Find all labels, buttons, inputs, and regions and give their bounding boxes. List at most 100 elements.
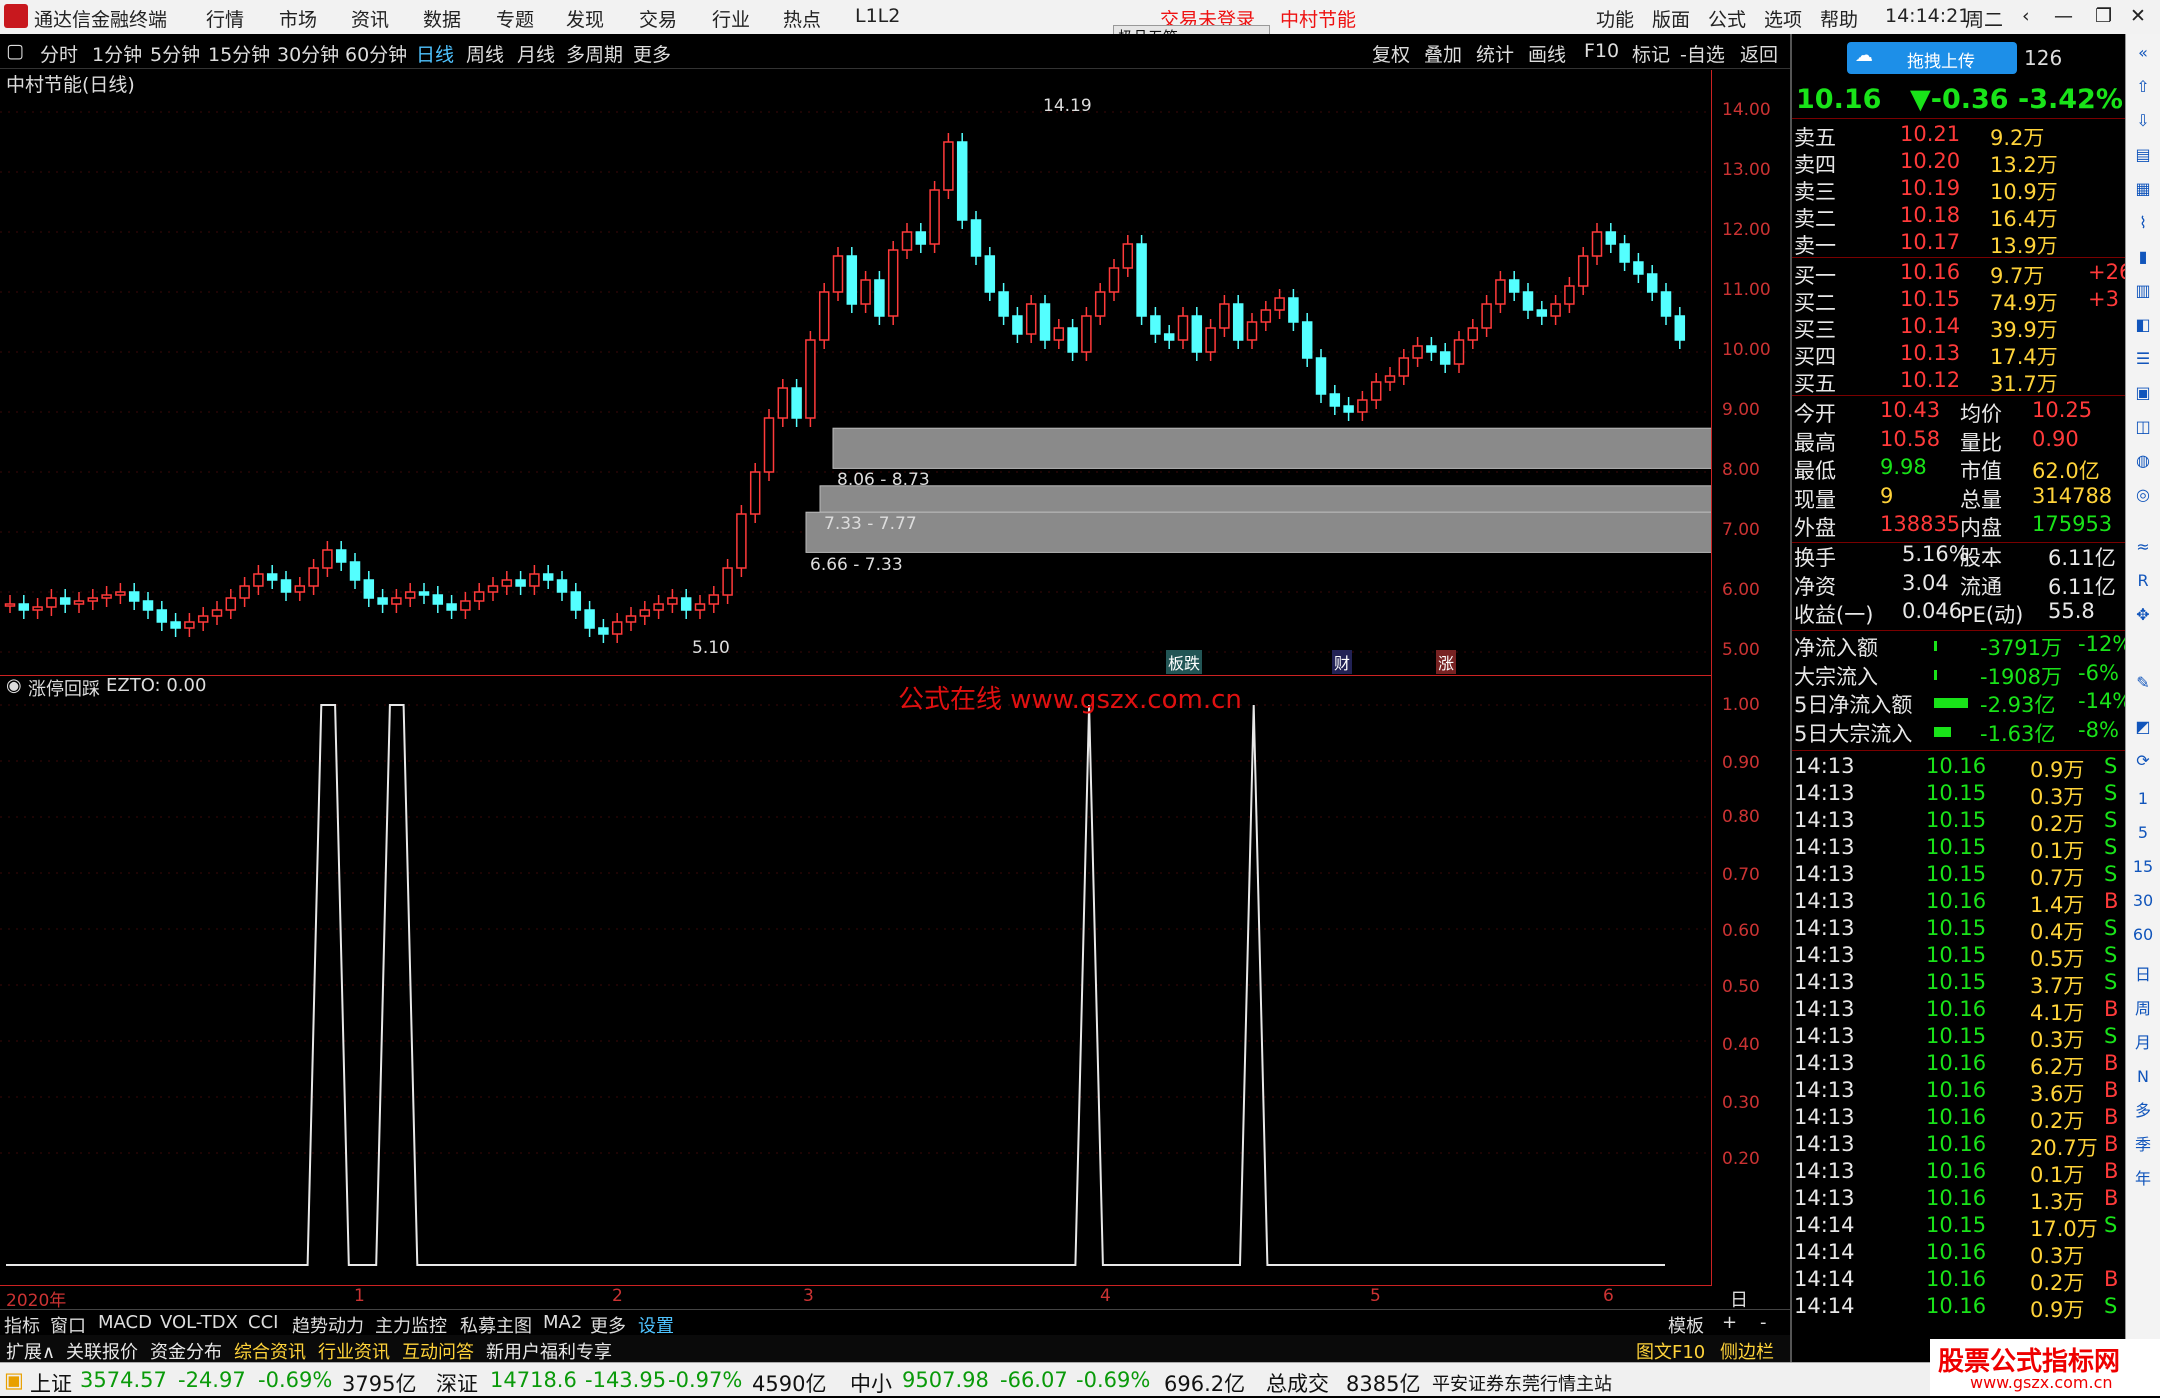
period-day-icon[interactable]: 日 (2130, 962, 2156, 988)
f10-button[interactable]: F10 (1584, 40, 1619, 62)
menu-function[interactable]: 功能 (1596, 5, 1634, 32)
tick-row[interactable]: 14:13 10.16 1.4万 B (1792, 889, 2127, 917)
chat-icon[interactable]: ◍ (2130, 448, 2156, 474)
menu-discover[interactable]: 发现 (566, 5, 604, 32)
stat-row[interactable]: 外盘 138835 内盘 175953 (1792, 512, 2127, 540)
flow-row[interactable]: 大宗流入 -1908万 -6% (1792, 661, 2127, 689)
ask-row[interactable]: 卖三 10.19 10.9万 (1792, 176, 2127, 204)
period-tab-multi[interactable]: 多周期 (566, 40, 623, 67)
menu-hotspots[interactable]: 热点 (783, 5, 821, 32)
period-30-icon[interactable]: 30 (2130, 888, 2156, 914)
remove-panel-button[interactable]: - (1760, 1312, 1767, 1333)
stat-row[interactable]: 现量 9 总量 314788 (1792, 484, 2127, 512)
ask-row[interactable]: 卖四 10.20 13.2万 (1792, 149, 2127, 177)
tick-row[interactable]: 14:13 10.15 0.3万 S (1792, 781, 2127, 809)
tick-row[interactable]: 14:13 10.15 0.2万 S (1792, 808, 2127, 836)
stats-button[interactable]: 统计 (1476, 40, 1514, 67)
stat-row[interactable]: 收益(一) 0.046 PE(动) 55.8 (1792, 599, 2127, 627)
panel-toggle-icon[interactable]: ▢ (6, 40, 24, 62)
add-panel-button[interactable]: + (1722, 1312, 1737, 1333)
menu-formula[interactable]: 公式 (1708, 5, 1746, 32)
period-quarter-icon[interactable]: 季 (2130, 1132, 2156, 1158)
flow-row[interactable]: 5日大宗流入 -1.63亿 -8% (1792, 718, 2127, 746)
tick-row[interactable]: 14:13 10.15 3.7万 S (1792, 970, 2127, 998)
tick-row[interactable]: 14:13 10.16 0.9万 S (1792, 754, 2127, 782)
watchlist-button[interactable]: -自选 (1680, 40, 1725, 67)
sz-index-label[interactable]: 深证 (436, 1368, 478, 1398)
f10-icon[interactable]: ◫ (2130, 414, 2156, 440)
fs-icon[interactable]: ◩ (2130, 714, 2156, 740)
period-60-icon[interactable]: 60 (2130, 922, 2156, 948)
f10-graphic-link[interactable]: 图文F10 (1636, 1338, 1705, 1364)
sh-index-label[interactable]: 上证 (30, 1368, 72, 1398)
tab-ma2[interactable]: MA2 (543, 1312, 582, 1333)
line-chart-icon[interactable]: ⌇ (2130, 210, 2156, 236)
sme-index-label[interactable]: 中小 (850, 1368, 892, 1398)
tick-row[interactable]: 14:14 10.16 0.2万 B (1792, 1267, 2127, 1295)
rsi-label-icon[interactable]: R (2130, 568, 2156, 594)
overlay-button[interactable]: 叠加 (1424, 40, 1462, 67)
tick-row[interactable]: 14:13 10.15 0.5万 S (1792, 943, 2127, 971)
bid-row[interactable]: 买一 10.16 9.7万 +26 (1792, 260, 2132, 288)
list-icon[interactable]: ☰ (2130, 346, 2156, 372)
fund-distribution-link[interactable]: 资金分布 (150, 1338, 222, 1364)
general-news-link[interactable]: 综合资讯 (234, 1338, 306, 1364)
bid-row[interactable]: 买四 10.13 17.4万 (1792, 341, 2127, 369)
new-user-benefit-link[interactable]: 新用户福利专享 (486, 1338, 612, 1364)
pen-icon[interactable]: ✎ (2130, 670, 2156, 696)
menu-layout[interactable]: 版面 (1652, 5, 1690, 32)
draw-button[interactable]: 画线 (1528, 40, 1566, 67)
mark-button[interactable]: 标记 (1632, 40, 1670, 67)
expand-left-icon[interactable]: « (2130, 40, 2156, 66)
stat-row[interactable]: 净资 3.04 流通 6.11亿 (1792, 571, 2127, 599)
menu-help[interactable]: 帮助 (1820, 5, 1858, 32)
table-icon[interactable]: ▥ (2130, 278, 2156, 304)
broker-server[interactable]: 平安证券东莞行情主站 (1432, 1370, 1612, 1396)
tick-row[interactable]: 14:13 10.15 0.4万 S (1792, 916, 2127, 944)
close-icon[interactable]: ✕ (2130, 5, 2146, 27)
stat-row[interactable]: 换手 5.16% 股本 6.11亿 (1792, 542, 2127, 570)
menu-market[interactable]: 市场 (279, 5, 317, 32)
qa-link[interactable]: 互动问答 (402, 1338, 474, 1364)
tab-cci[interactable]: CCI (248, 1312, 278, 1333)
stat-row[interactable]: 最高 10.58 量比 0.90 (1792, 427, 2127, 455)
period-tab-more[interactable]: 更多 (633, 40, 671, 67)
back-arrow-icon[interactable]: ‹ (2022, 5, 2030, 27)
period-tab-60min[interactable]: 60分钟 (345, 40, 407, 67)
expand-link[interactable]: 扩展∧ (6, 1338, 55, 1364)
arrow-down-icon[interactable]: ⇩ (2130, 108, 2156, 134)
minimize-icon[interactable]: — (2054, 5, 2073, 27)
tab-vol-tdx[interactable]: VOL-TDX (160, 1312, 238, 1333)
bid-row[interactable]: 买二 10.15 74.9万 +3 (1792, 287, 2127, 315)
indicator-chart[interactable] (0, 675, 1712, 1285)
fund-icon[interactable]: ◧ (2130, 312, 2156, 338)
tick-row[interactable]: 14:13 10.16 6.2万 B (1792, 1051, 2127, 1079)
related-quotes-link[interactable]: 关联报价 (66, 1338, 138, 1364)
bid-row[interactable]: 买三 10.14 39.9万 (1792, 314, 2127, 342)
period-n-icon[interactable]: N (2130, 1064, 2156, 1090)
tick-row[interactable]: 14:14 10.15 17.0万 S (1792, 1213, 2127, 1241)
menu-l1l2[interactable]: L1L2 (855, 5, 900, 27)
candle-icon[interactable]: ▮ (2130, 244, 2156, 270)
period-week-icon[interactable]: 周 (2130, 996, 2156, 1022)
refresh-icon[interactable]: ⟳ (2130, 748, 2156, 774)
menu-topics[interactable]: 专题 (496, 5, 534, 32)
tick-row[interactable]: 14:13 10.15 0.7万 S (1792, 862, 2127, 890)
period-tab-intraday[interactable]: 分时 (40, 40, 78, 67)
stat-row[interactable]: 最低 9.98 市值 62.0亿 (1792, 455, 2127, 483)
tick-row[interactable]: 14:13 10.16 0.2万 B (1792, 1105, 2127, 1133)
menu-data[interactable]: 数据 (423, 5, 461, 32)
price-chart[interactable] (0, 70, 1712, 675)
tick-row[interactable]: 14:13 10.16 20.7万 B (1792, 1132, 2127, 1160)
period-month-icon[interactable]: 月 (2130, 1030, 2156, 1056)
adjust-button[interactable]: 复权 (1372, 40, 1410, 67)
tick-row[interactable]: 14:14 10.16 0.3万 (1792, 1240, 2127, 1268)
arrow-up-icon[interactable]: ⇧ (2130, 74, 2156, 100)
tick-row[interactable]: 14:13 10.16 4.1万 B (1792, 997, 2127, 1025)
tick-row[interactable]: 14:13 10.16 3.6万 B (1792, 1078, 2127, 1106)
tick-row[interactable]: 14:13 10.15 0.3万 S (1792, 1024, 2127, 1052)
rsi-icon[interactable]: ≈ (2130, 534, 2156, 560)
period-year-icon[interactable]: 年 (2130, 1166, 2156, 1192)
stat-row[interactable]: 今开 10.43 均价 10.25 (1792, 398, 2127, 426)
menu-industry[interactable]: 行业 (712, 5, 750, 32)
